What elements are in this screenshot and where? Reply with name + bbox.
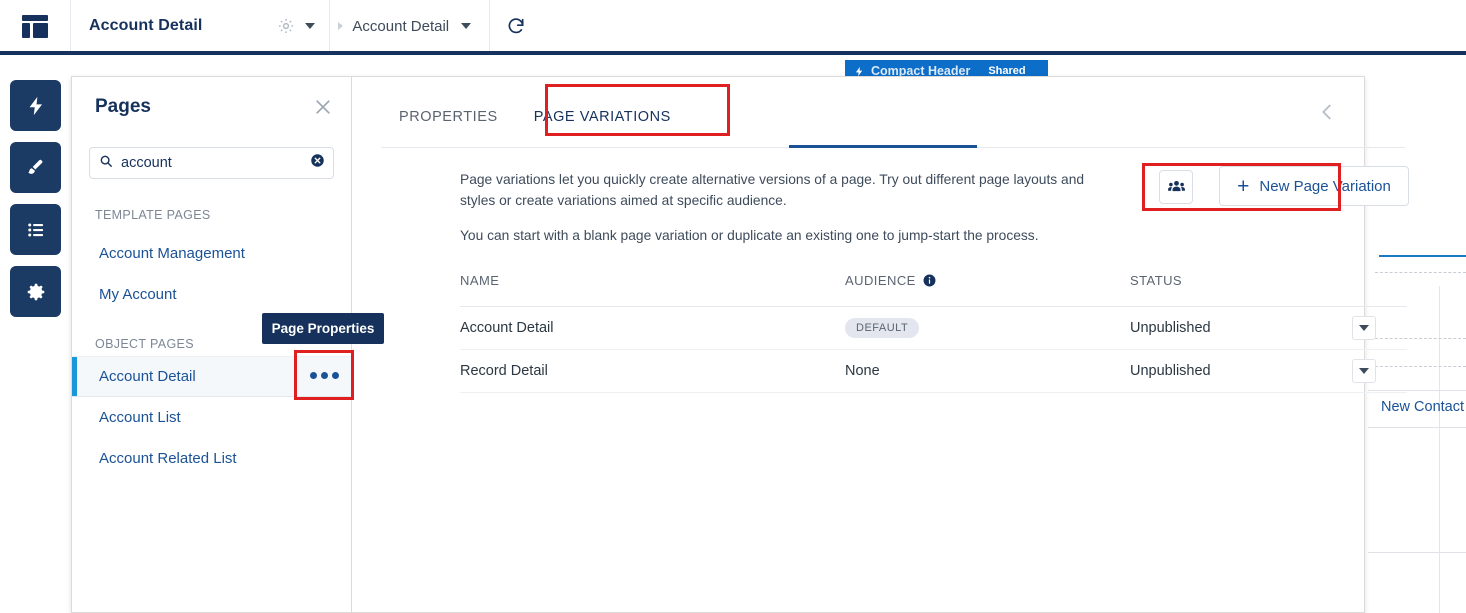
search-value: account xyxy=(121,155,172,171)
layout-grid-icon xyxy=(22,14,48,38)
lightning-icon xyxy=(29,96,42,115)
pages-overlay-panel: Pages account TEMPLATE PAGES Account Man… xyxy=(71,76,1409,613)
refresh-button[interactable] xyxy=(506,16,526,36)
header-accent-rule xyxy=(0,51,1466,55)
tab-properties[interactable]: PROPERTIES xyxy=(381,97,516,141)
pages-list-column: Pages account TEMPLATE PAGES Account Man… xyxy=(72,77,352,612)
left-rail xyxy=(0,56,71,613)
annotation-box-page-variations-tab xyxy=(545,84,730,136)
description-text: Page variations let you quickly create a… xyxy=(460,169,1100,260)
canvas-divider xyxy=(1368,427,1466,428)
tooltip-page-properties: Page Properties xyxy=(262,313,384,344)
search-icon xyxy=(99,154,113,173)
header-divider-2 xyxy=(489,0,491,52)
tab-active-indicator xyxy=(789,145,977,148)
annotation-box-page-properties-menu xyxy=(294,350,354,400)
chevron-down-icon[interactable] xyxy=(305,23,316,29)
row-status: Unpublished xyxy=(1130,363,1211,379)
app-header: Account Detail Account Detail xyxy=(0,0,1466,52)
column-header-name[interactable]: NAME xyxy=(460,273,845,288)
rail-item-lightning[interactable] xyxy=(10,80,61,131)
breadcrumb-chevron-down-icon[interactable] xyxy=(461,23,472,29)
brush-icon xyxy=(27,159,42,174)
breadcrumb[interactable]: Account Detail xyxy=(352,18,449,35)
list-icon xyxy=(27,223,43,236)
row-menu-button[interactable] xyxy=(1352,359,1376,383)
row-actions xyxy=(1352,359,1407,383)
header-divider xyxy=(329,0,331,52)
status-badge: DEFAULT xyxy=(845,318,920,338)
row-menu-button[interactable] xyxy=(1352,316,1376,340)
chevron-down-icon xyxy=(1359,368,1369,374)
app-logo[interactable] xyxy=(0,0,71,52)
page-item-label: Account Related List xyxy=(99,450,237,467)
table-row[interactable]: Record Detail None Unpublished xyxy=(460,350,1407,393)
row-actions xyxy=(1352,316,1407,340)
page-item-label: My Account xyxy=(99,286,177,303)
description-paragraph-2: You can start with a blank page variatio… xyxy=(460,228,1039,243)
row-name: Account Detail xyxy=(460,320,554,336)
gear-icon xyxy=(27,283,44,300)
page-item-label: Account List xyxy=(99,409,181,426)
annotation-box-new-page-variation xyxy=(1142,163,1341,211)
group-label-template-pages: TEMPLATE PAGES xyxy=(95,208,211,222)
group-label-object-pages: OBJECT PAGES xyxy=(95,337,194,351)
row-audience: DEFAULT xyxy=(845,318,1130,338)
search-input[interactable]: account xyxy=(89,147,334,179)
page-item-account-list[interactable]: Account List xyxy=(72,397,352,438)
row-audience: None xyxy=(845,363,880,379)
pages-panel-title: Pages xyxy=(95,96,151,117)
new-contact-link[interactable]: New Contact xyxy=(1381,399,1464,415)
canvas-divider xyxy=(1368,552,1466,553)
chevron-down-icon xyxy=(1359,325,1369,331)
page-item-label: Account Management xyxy=(99,245,245,262)
page-item-account-related-list[interactable]: Account Related List xyxy=(72,438,352,479)
page-title: Account Detail xyxy=(89,17,203,34)
row-status: Unpublished xyxy=(1130,320,1211,336)
chevron-right-icon xyxy=(338,22,344,30)
page-variations-table: NAME AUDIENCE STATUS Account Detail DEFA… xyxy=(460,273,1407,393)
gear-icon[interactable] xyxy=(277,17,295,35)
column-header-audience-label: AUDIENCE xyxy=(845,273,916,288)
table-header-row: NAME AUDIENCE STATUS xyxy=(460,273,1407,307)
chevron-left-icon[interactable] xyxy=(1316,101,1342,127)
close-icon[interactable] xyxy=(313,97,333,117)
row-name: Record Detail xyxy=(460,363,548,379)
info-icon[interactable] xyxy=(923,274,936,287)
page-item-label: Account Detail xyxy=(99,368,196,385)
rail-item-pages[interactable] xyxy=(10,204,61,255)
canvas-column-divider xyxy=(1439,286,1440,613)
canvas-highlight-rule xyxy=(1379,255,1466,257)
page-item-my-account[interactable]: My Account xyxy=(72,274,352,315)
page-variations-panel: PROPERTIES PAGE VARIATIONS Page variatio… xyxy=(353,77,1409,612)
column-header-audience[interactable]: AUDIENCE xyxy=(845,273,1130,288)
page-item-account-management[interactable]: Account Management xyxy=(72,233,352,274)
column-header-status[interactable]: STATUS xyxy=(1130,273,1352,288)
refresh-icon xyxy=(508,18,524,34)
table-row[interactable]: Account Detail DEFAULT Unpublished xyxy=(460,307,1407,350)
clear-circle-icon[interactable] xyxy=(310,153,325,173)
rail-item-theme[interactable] xyxy=(10,142,61,193)
rail-item-settings[interactable] xyxy=(10,266,61,317)
description-paragraph-1: Page variations let you quickly create a… xyxy=(460,172,1085,208)
